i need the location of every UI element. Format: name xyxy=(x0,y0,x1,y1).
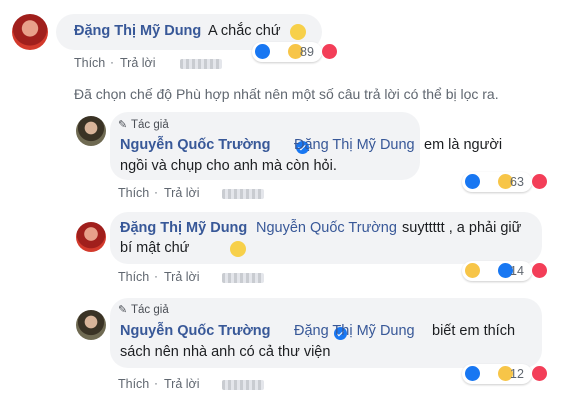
reaction-summary[interactable]: 63 xyxy=(462,172,548,192)
filter-notice: Đã chọn chế độ Phù hợp nhất nên một số c… xyxy=(74,86,499,102)
separator-dot: · xyxy=(110,55,114,69)
comment-text-continued: sách nên nhà anh có cả thư viện xyxy=(120,344,331,360)
like-icon xyxy=(254,43,271,60)
timestamp[interactable] xyxy=(222,380,264,390)
comment-mention[interactable]: Đặng Thị Mỹ Dung xyxy=(294,137,415,153)
comment-text: em là người xyxy=(424,137,503,153)
comment-mention[interactable]: Đặng Thị Mỹ Dung xyxy=(294,323,415,339)
haha-icon xyxy=(464,262,481,279)
pencil-icon: ✎ xyxy=(118,119,128,131)
reply-link[interactable]: Trả lời xyxy=(120,56,156,70)
comment-text: A chắc chứ xyxy=(208,23,281,39)
comment-author[interactable]: Nguyễn Quốc Trường xyxy=(120,137,271,153)
smile-icon xyxy=(290,24,306,40)
comment-author[interactable]: Nguyễn Quốc Trường xyxy=(120,323,271,339)
love-icon xyxy=(530,173,548,190)
like-link[interactable]: Thích xyxy=(74,56,105,70)
comment-text-continued: ngồi và chụp cho anh mà còn hỏi. xyxy=(120,158,337,174)
author-tag: Tác giả xyxy=(131,304,169,316)
like-icon xyxy=(464,365,481,382)
reaction-count: 14 xyxy=(510,264,524,278)
reaction-summary[interactable]: 12 xyxy=(462,364,548,384)
comment-text: suyttttt , a phải giữ xyxy=(402,220,522,236)
separator-dot: · xyxy=(154,269,158,283)
reaction-count: 63 xyxy=(510,175,524,189)
reaction-summary[interactable]: 14 xyxy=(462,261,548,281)
avatar[interactable] xyxy=(76,116,106,146)
love-icon xyxy=(320,43,338,60)
reply-link[interactable]: Trả lời xyxy=(164,270,200,284)
avatar[interactable] xyxy=(76,222,106,252)
separator-dot: · xyxy=(154,376,158,390)
like-link[interactable]: Thích xyxy=(118,186,149,200)
love-icon xyxy=(530,365,548,382)
like-link[interactable]: Thích xyxy=(118,377,149,391)
reaction-count: 12 xyxy=(510,367,524,381)
like-icon xyxy=(464,173,481,190)
reply-link[interactable]: Trả lời xyxy=(164,377,200,391)
avatar[interactable] xyxy=(76,310,106,340)
pencil-icon: ✎ xyxy=(118,304,128,316)
timestamp[interactable] xyxy=(222,189,264,199)
reply-link[interactable]: Trả lời xyxy=(164,186,200,200)
comment-text: biết em thích xyxy=(432,323,516,339)
timestamp[interactable] xyxy=(222,273,264,283)
comment-mention[interactable]: Nguyễn Quốc Trường xyxy=(256,220,397,236)
comment-author[interactable]: Đặng Thị Mỹ Dung xyxy=(74,23,201,39)
comment-author[interactable]: Đặng Thị Mỹ Dung xyxy=(120,220,247,236)
reaction-count: 89 xyxy=(300,45,314,59)
love-icon xyxy=(530,262,548,279)
timestamp[interactable] xyxy=(180,59,222,69)
author-tag: Tác giả xyxy=(131,119,169,131)
reaction-summary[interactable]: 89 xyxy=(252,42,338,62)
comment-text-continued: bí mật chứ xyxy=(120,240,190,256)
avatar[interactable] xyxy=(12,14,48,50)
separator-dot: · xyxy=(154,185,158,199)
shush-icon xyxy=(229,241,246,257)
like-link[interactable]: Thích xyxy=(118,270,149,284)
